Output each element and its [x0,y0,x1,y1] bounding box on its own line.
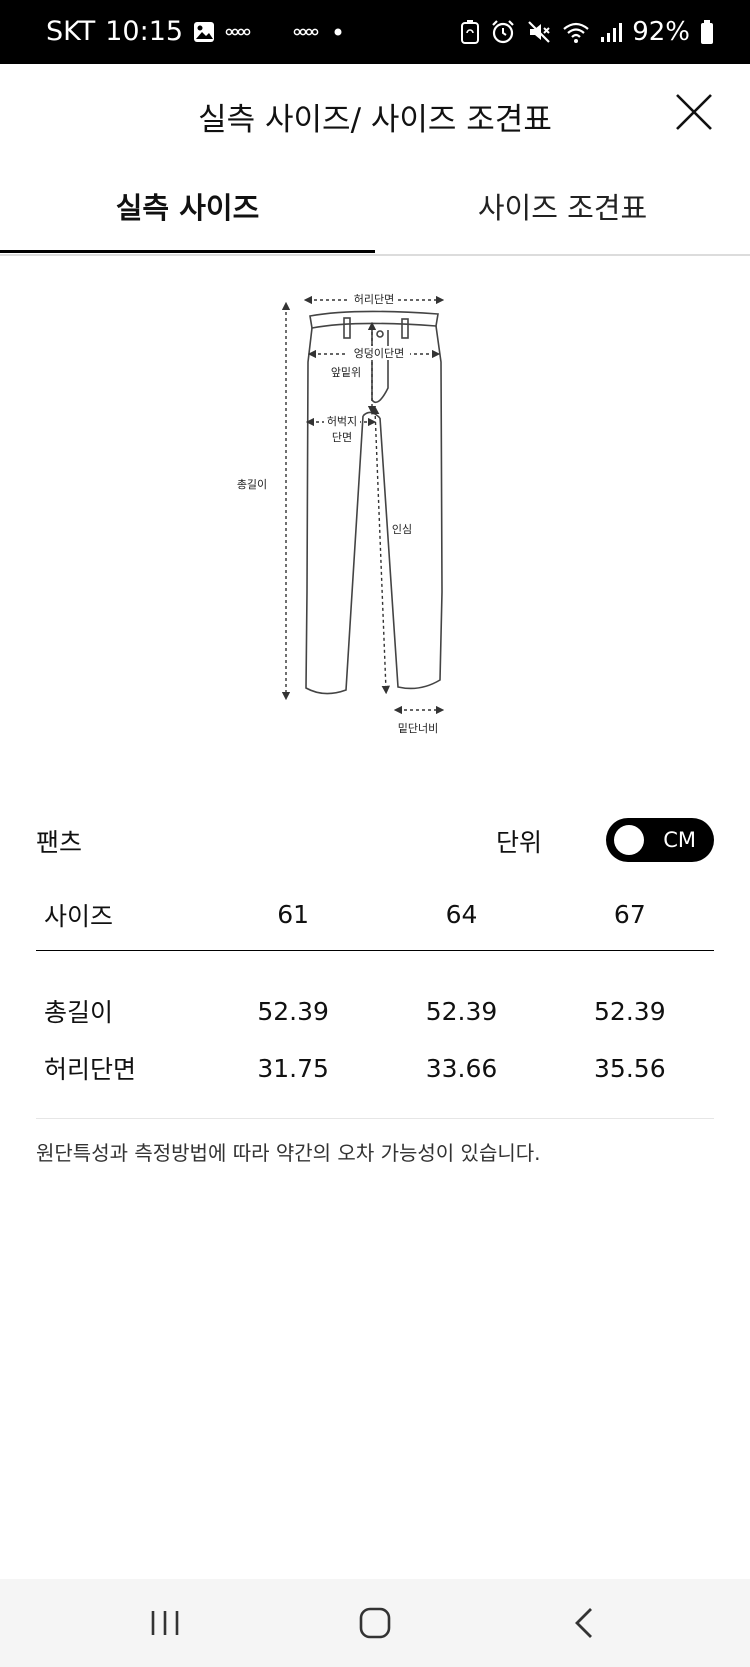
diagram-label-length: 총길이 [237,478,267,491]
pants-outline [305,310,443,695]
diagram-label-hip: 엉덩이단면 [354,347,405,360]
table-cell: 35.56 [594,1053,666,1083]
size-table: 사이즈 61 64 67 총길이 52.39 52.39 52.39 허리단면 … [36,880,714,1108]
diagram-label-thigh-2: 단면 [332,431,352,444]
column-header: 67 [613,900,646,930]
wifi-icon [563,22,589,43]
recent-apps-icon [151,1611,179,1635]
recent-apps-button[interactable] [135,1599,195,1647]
pants-measurement-diagram: 허리단면 엉덩이단면 앞밑위 허벅지 단면 총길이 인심 밑단너비 [237,292,445,735]
category-label: 팬츠 [36,828,83,857]
table-cell: 52.39 [594,996,666,1026]
notification-icon [225,28,251,36]
close-icon [676,94,712,130]
status-left: SKT 10:15 [46,16,343,48]
measurement-note: 원단특성과 측정방법에 따라 약간의 오차 가능성이 있습니다. [36,1141,541,1165]
table-cell: 52.39 [257,996,329,1026]
column-header: 64 [445,900,478,930]
column-header: 61 [277,900,310,930]
diagram-label-inseam: 인심 [392,523,412,536]
mute-icon [528,21,550,43]
tab-actual-size[interactable]: 실측 사이즈 [0,168,375,254]
clock: 10:15 [105,16,184,47]
home-button[interactable] [345,1599,405,1647]
status-right: 92% [460,16,714,48]
unit-label: 단위 [495,828,542,857]
diagram-label-hem: 밑단너비 [398,722,438,735]
close-button[interactable] [674,92,714,132]
diagram-label-thigh-1: 허벅지 [327,415,357,428]
active-tab-indicator [0,250,375,253]
tab-size-chart[interactable]: 사이즈 조견표 [375,168,750,254]
diagram-label-waist: 허리단면 [354,293,394,306]
column-header: 사이즈 [44,901,114,931]
unit-toggle[interactable]: CM [606,818,714,862]
alarm-icon [492,20,514,44]
page-title: 실측 사이즈/ 사이즈 조견표 [198,102,552,138]
battery-percent: 92% [632,17,690,47]
diagram-label-rise: 앞밑위 [331,366,361,379]
toggle-knob [614,825,644,855]
battery-saver-icon [461,20,480,44]
status-bar: SKT 10:15 92% [0,0,750,64]
table-cell: 31.75 [257,1053,329,1083]
battery-icon [701,20,713,44]
gallery-icon [194,22,215,42]
carrier-name: SKT [46,16,96,47]
home-icon [359,1607,391,1639]
signal-icon [601,23,623,42]
table-header-row: 사이즈 61 64 67 [36,880,714,950]
table-cell: 52.39 [425,996,498,1026]
unit-value: CM [663,828,696,852]
table-divider [36,1118,714,1119]
back-button[interactable] [555,1599,615,1647]
notification-icon [293,28,319,36]
modal-header: 실측 사이즈/ 사이즈 조견표 [0,64,750,168]
row-label: 총길이 [44,998,114,1028]
table-row: 허리단면 31.75 33.66 35.56 [36,1050,714,1108]
table-row: 총길이 52.39 52.39 52.39 [36,950,714,1050]
system-nav-bar [0,1579,750,1667]
back-icon [575,1608,592,1638]
tab-bar: 실측 사이즈 사이즈 조견표 [0,168,750,256]
table-cell: 33.66 [425,1053,498,1083]
dot-icon [334,28,342,36]
row-label: 허리단면 [44,1055,137,1084]
